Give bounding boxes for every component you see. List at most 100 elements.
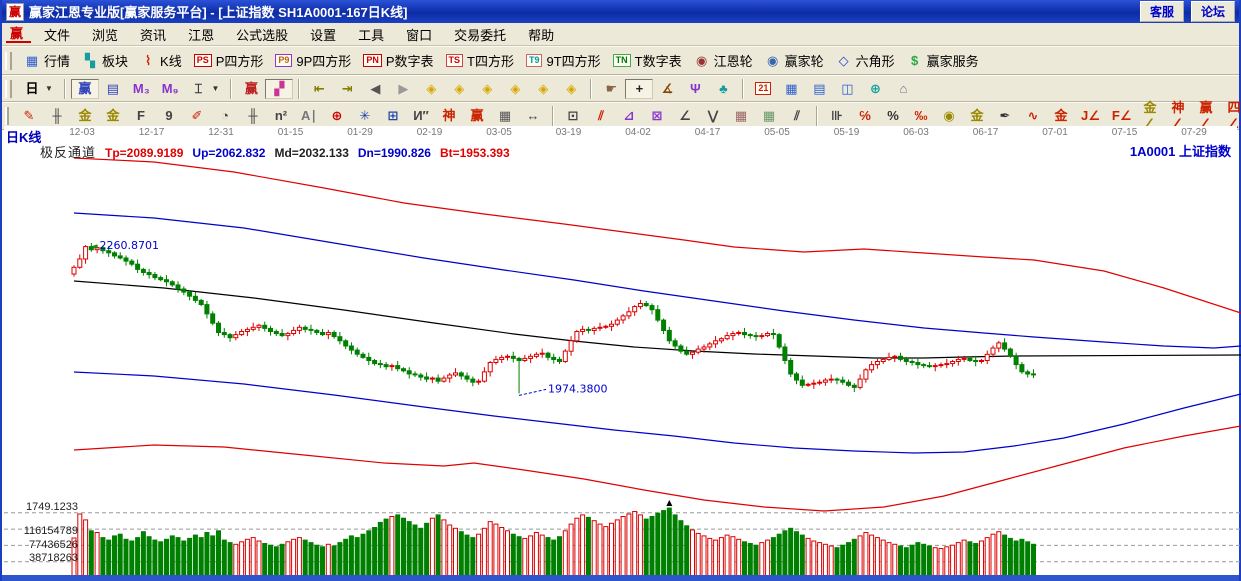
diamond-right-button[interactable]: ◈: [445, 79, 473, 99]
p-number-table-button[interactable]: PN P数字表: [357, 49, 439, 72]
menu-item-8[interactable]: 交易委托: [443, 23, 517, 46]
draw-pen-button[interactable]: ✎: [15, 106, 43, 126]
report-button[interactable]: ▤: [99, 79, 127, 99]
shen-tool-button[interactable]: 神: [435, 106, 463, 126]
box-range-button[interactable]: ⊡: [559, 106, 587, 126]
next-bar-button[interactable]: ▶: [389, 79, 417, 99]
period-selector-button[interactable]: 日 ▼: [18, 79, 59, 99]
red-marker-button[interactable]: ✐: [183, 106, 211, 126]
first-bar-button[interactable]: ⇤: [305, 79, 333, 99]
menu-logo-icon[interactable]: 赢: [6, 26, 32, 43]
toolbar-grip[interactable]: [5, 107, 9, 125]
menu-item-0[interactable]: 文件: [33, 23, 81, 46]
ying-tool-button[interactable]: 赢: [463, 106, 491, 126]
price-grid-1-button[interactable]: ▦: [727, 106, 755, 126]
fan-lines-button[interactable]: ⫽: [587, 106, 615, 126]
nine-fence-button[interactable]: 9: [155, 106, 183, 126]
gold-circle-button[interactable]: ◉: [935, 106, 963, 126]
ink-marker-button[interactable]: ✒: [991, 106, 1019, 126]
scale-ruler-button[interactable]: ⊪: [823, 106, 851, 126]
gann-tool-button[interactable]: Ψ: [681, 79, 709, 99]
parallel-channel-button[interactable]: ⫽: [783, 106, 811, 126]
a-divider-button[interactable]: A∣: [295, 106, 323, 126]
last-bar-button[interactable]: ⇥: [333, 79, 361, 99]
toolbar-grip[interactable]: [5, 79, 12, 98]
save-button[interactable]: ◫: [833, 79, 861, 99]
diamond-plus-button[interactable]: ◈: [529, 79, 557, 99]
menu-item-1[interactable]: 浏览: [81, 23, 129, 46]
t-square-button[interactable]: TS T四方形: [440, 49, 520, 72]
fan-grid-button[interactable]: ⊠: [643, 106, 671, 126]
system-info-button[interactable]: ⌂: [889, 79, 917, 99]
forum-button[interactable]: 论坛: [1190, 1, 1235, 22]
winner-service-button[interactable]: $ 赢家服务: [901, 49, 985, 72]
angle-measure-button[interactable]: ∡: [653, 79, 681, 99]
grid-fence-1-button[interactable]: ╫: [43, 106, 71, 126]
menu-item-2[interactable]: 资讯: [129, 23, 177, 46]
online-update-button[interactable]: ⊕: [861, 79, 889, 99]
calendar-button[interactable]: 21: [749, 80, 777, 97]
price-grid-2-button[interactable]: ▦: [755, 106, 783, 126]
chart-canvas[interactable]: ▲ ◄ 2260.8701 1974.3800: [4, 141, 1241, 575]
grid-fence-3-button[interactable]: ╫: [239, 106, 267, 126]
histogram-button[interactable]: ▞: [265, 78, 294, 99]
notepad-button[interactable]: ▤: [805, 79, 833, 99]
percent-button[interactable]: %: [879, 106, 907, 126]
minute-3-button[interactable]: M₃: [127, 79, 156, 99]
t-number-table-button[interactable]: TN T数字表: [607, 49, 688, 72]
9p-square-button[interactable]: P9 9P四方形: [269, 49, 357, 72]
diamond-x-button[interactable]: ◈: [501, 79, 529, 99]
f-fence-button[interactable]: F: [127, 106, 155, 126]
gold-fence-2-button[interactable]: 金: [99, 106, 127, 126]
number-grid-button[interactable]: ▦: [491, 106, 519, 126]
menu-item-9[interactable]: 帮助: [517, 23, 565, 46]
9t-square-button[interactable]: T9 9T四方形: [520, 49, 607, 72]
gann-circle-button[interactable]: ⊕: [323, 106, 351, 126]
pattern-tool-button[interactable]: ♣: [709, 79, 737, 99]
winner-blue-button[interactable]: 赢: [70, 78, 99, 99]
diamond-left-button[interactable]: ◈: [417, 79, 445, 99]
boxed-web-button[interactable]: ⊞: [379, 106, 407, 126]
shen-angle-button[interactable]: 神∠: [1166, 100, 1194, 131]
calculator-button[interactable]: ▦: [777, 79, 805, 99]
gold-wave-button[interactable]: 金: [1047, 106, 1075, 126]
gold-level-button[interactable]: 金: [963, 106, 991, 126]
winner-red-button[interactable]: 赢: [237, 79, 265, 99]
prev-bar-button[interactable]: ◀: [361, 79, 389, 99]
gann-wheel-button[interactable]: ◉ 江恩轮: [688, 49, 759, 72]
permille-button[interactable]: ‰: [907, 106, 935, 126]
spider-web-button[interactable]: ✳: [351, 106, 379, 126]
p-square-button[interactable]: PS P四方形: [188, 49, 270, 72]
hand-tool-button[interactable]: ☛: [597, 79, 625, 99]
quotes-button[interactable]: ▦ 行情: [18, 49, 76, 72]
fan-box-button[interactable]: ⊿: [615, 106, 643, 126]
customer-service-button[interactable]: 客服: [1139, 1, 1184, 22]
time-cycle-button[interactable]: ◔: [211, 106, 239, 126]
title-bar[interactable]: 赢 赢家江恩专业版[赢家服务平台] - [上证指数 SH1A0001-167日K…: [2, 0, 1239, 23]
diamond-all-button[interactable]: ◈: [557, 79, 585, 99]
width-measure-button[interactable]: ↔: [519, 106, 547, 126]
gold-fence-1-button[interactable]: 金: [71, 106, 99, 126]
candle-style-button[interactable]: ⌶ ▼: [184, 79, 225, 99]
crosshair-tool-button[interactable]: +: [625, 78, 654, 99]
trend-angle-button[interactable]: ∠: [671, 106, 699, 126]
hexagon-button[interactable]: ◇ 六角形: [830, 49, 901, 72]
n-square-button[interactable]: n²: [267, 106, 295, 126]
percent-line-button[interactable]: ℅: [851, 106, 879, 126]
si-angle-button[interactable]: 四∠: [1222, 100, 1241, 131]
menu-item-3[interactable]: 江恩: [177, 23, 225, 46]
winner-wheel-button[interactable]: ◉ 赢家轮: [759, 49, 830, 72]
menu-item-4[interactable]: 公式选股: [225, 23, 299, 46]
toolbar-grip[interactable]: [5, 51, 12, 70]
zigzag-wave-button[interactable]: ⋁: [699, 106, 727, 126]
wave-line-button[interactable]: ∿: [1019, 106, 1047, 126]
menu-item-7[interactable]: 窗口: [395, 23, 443, 46]
gold-angle-button[interactable]: 金∠: [1138, 100, 1166, 131]
n-wave-button[interactable]: И″: [407, 106, 435, 126]
menu-item-5[interactable]: 设置: [299, 23, 347, 46]
menu-item-6[interactable]: 工具: [347, 23, 395, 46]
sectors-button[interactable]: ▚ 板块: [76, 49, 134, 72]
f-angle-button[interactable]: F∠: [1106, 106, 1138, 126]
j-angle-button[interactable]: J∠: [1075, 106, 1106, 126]
ying-angle-button[interactable]: 赢∠: [1194, 100, 1222, 131]
